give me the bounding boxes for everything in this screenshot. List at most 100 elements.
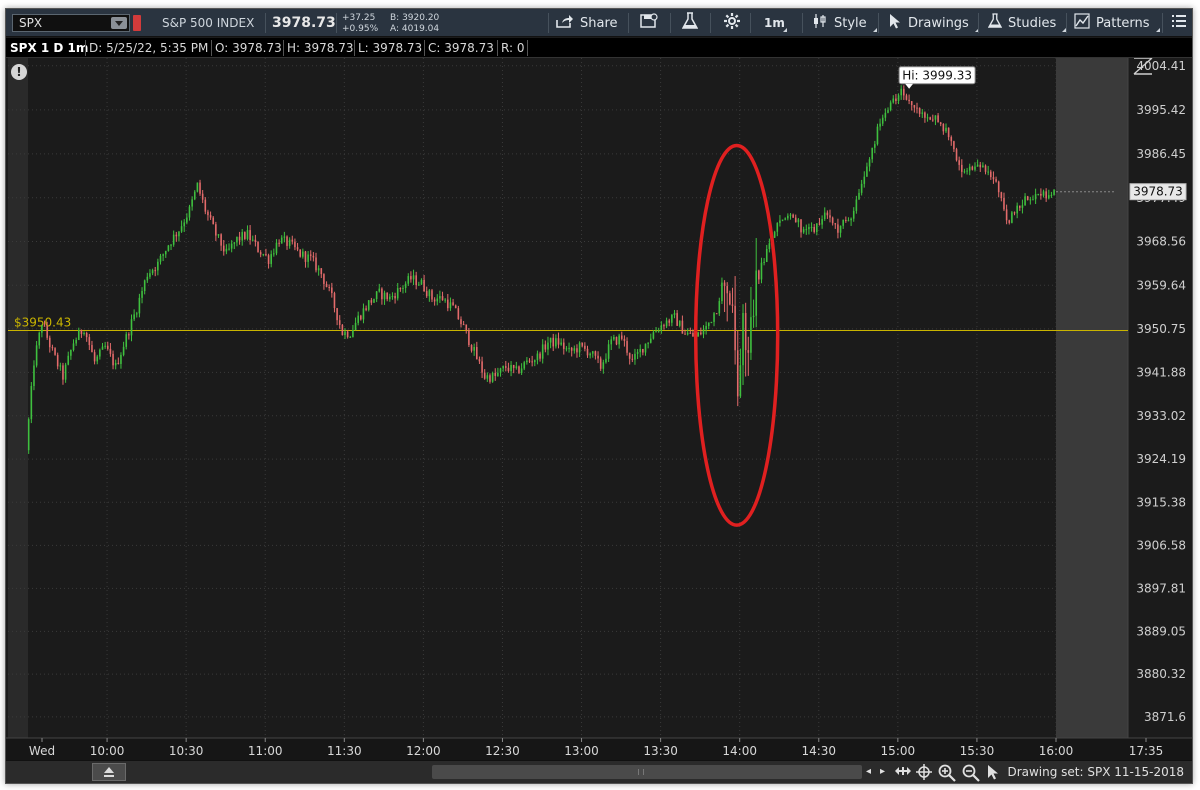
candle-body	[618, 335, 620, 345]
horizontal-scrollbar[interactable]	[432, 765, 862, 779]
x-tick-label: 11:30	[327, 744, 362, 758]
patterns-icon	[1074, 13, 1090, 33]
candle-body	[104, 345, 106, 347]
candle-body	[541, 344, 544, 359]
scroll-right-icon[interactable]: ▸	[880, 764, 885, 780]
candle-body	[423, 279, 425, 292]
candle-body	[512, 364, 515, 368]
candle-body	[489, 375, 491, 382]
candle-body	[1018, 205, 1021, 208]
price-chart[interactable]: 4004.413995.423986.453977.493968.563959.…	[6, 58, 1192, 760]
candle-body	[439, 296, 441, 299]
crosshair-icon[interactable]	[916, 764, 932, 784]
symbol-input[interactable]: SPX	[12, 14, 130, 32]
candle-body	[750, 317, 752, 353]
candle-body	[30, 386, 33, 420]
candle-body	[138, 297, 141, 314]
candle-body	[331, 287, 333, 294]
candle-body	[974, 166, 976, 170]
candle-body	[581, 342, 584, 346]
studies-button[interactable]: Studies	[987, 9, 1067, 37]
save-button[interactable]	[640, 9, 658, 37]
candle-body	[568, 347, 570, 349]
patterns-button[interactable]: Patterns	[1074, 9, 1160, 37]
divider	[424, 40, 425, 56]
zoom-out-icon[interactable]	[962, 764, 980, 786]
candle-body	[729, 293, 731, 305]
candle-body	[932, 119, 934, 121]
candle-body	[692, 332, 694, 337]
candle-body	[929, 117, 931, 120]
link-color-tag[interactable]	[133, 15, 141, 31]
candle-body	[215, 224, 217, 236]
candle-body	[976, 164, 979, 167]
candle-body	[660, 325, 663, 331]
candle-body	[209, 215, 212, 218]
divider	[1066, 13, 1067, 33]
candle-body	[447, 299, 449, 309]
candle-body	[452, 302, 454, 306]
style-button[interactable]: Style	[812, 9, 877, 37]
candle-body	[1003, 198, 1005, 210]
candle-body	[1029, 199, 1032, 201]
scroll-left-icon[interactable]: ◂	[866, 764, 871, 780]
zoom-in-icon[interactable]	[938, 764, 956, 786]
candle-body	[72, 343, 75, 350]
interval-button[interactable]: 1m	[764, 9, 787, 37]
symbol-text: SPX	[19, 16, 43, 30]
candle-body	[897, 95, 900, 102]
candle-body	[945, 127, 947, 132]
candle-body	[70, 349, 72, 356]
candle-body	[649, 338, 652, 343]
candle-body	[186, 217, 188, 223]
candle-body	[441, 296, 444, 301]
y-tick-label: 3906.58	[1136, 538, 1186, 552]
candle-body	[623, 338, 626, 342]
symbol-dropdown-icon[interactable]	[111, 17, 127, 29]
candle-body	[544, 344, 547, 350]
candle-body	[291, 239, 294, 242]
candle-body	[900, 88, 902, 96]
pointer-icon[interactable]	[986, 764, 1000, 784]
alert-icon[interactable]: !	[11, 64, 27, 80]
candle-body	[768, 243, 771, 250]
candle-body	[175, 234, 178, 237]
pct-change: +0.95%	[342, 24, 379, 34]
candle-body	[673, 313, 676, 315]
divider	[802, 13, 803, 33]
candle-body	[43, 325, 46, 327]
candle-body	[984, 165, 987, 172]
candle-body	[850, 218, 852, 221]
candle-body	[628, 352, 631, 359]
candle-body	[341, 324, 344, 336]
candle-body	[1042, 191, 1045, 196]
candle-body	[362, 308, 365, 320]
drawing-set-label[interactable]: Drawing set: SPX 11-15-2018	[1007, 761, 1184, 784]
divider	[85, 40, 86, 56]
x-tick-label: 16:00	[1039, 744, 1074, 758]
candle-body	[315, 257, 317, 271]
share-button[interactable]: Share	[556, 9, 618, 37]
candle-body	[528, 360, 531, 362]
y-tick-label: 3950.75	[1136, 322, 1186, 336]
candle-body	[684, 333, 686, 335]
candle-body	[642, 348, 644, 353]
menu-button[interactable]	[1172, 9, 1186, 37]
candle-body	[386, 292, 388, 300]
candle-body	[510, 364, 512, 372]
home-icon[interactable]	[92, 763, 126, 781]
candle-body	[46, 326, 48, 338]
candle-body	[842, 219, 844, 226]
pan-icon[interactable]	[894, 764, 912, 782]
candle-body	[433, 299, 436, 302]
candle-body	[747, 350, 750, 353]
candle-body	[280, 237, 283, 244]
candle-body	[1047, 195, 1050, 199]
drawings-button[interactable]: Drawings	[888, 9, 979, 37]
candle-body	[705, 325, 707, 330]
settings-button[interactable]	[724, 9, 740, 37]
candle-body	[903, 88, 905, 96]
candle-body	[299, 249, 301, 257]
candle-body	[634, 353, 636, 360]
flask-button[interactable]	[681, 9, 699, 37]
